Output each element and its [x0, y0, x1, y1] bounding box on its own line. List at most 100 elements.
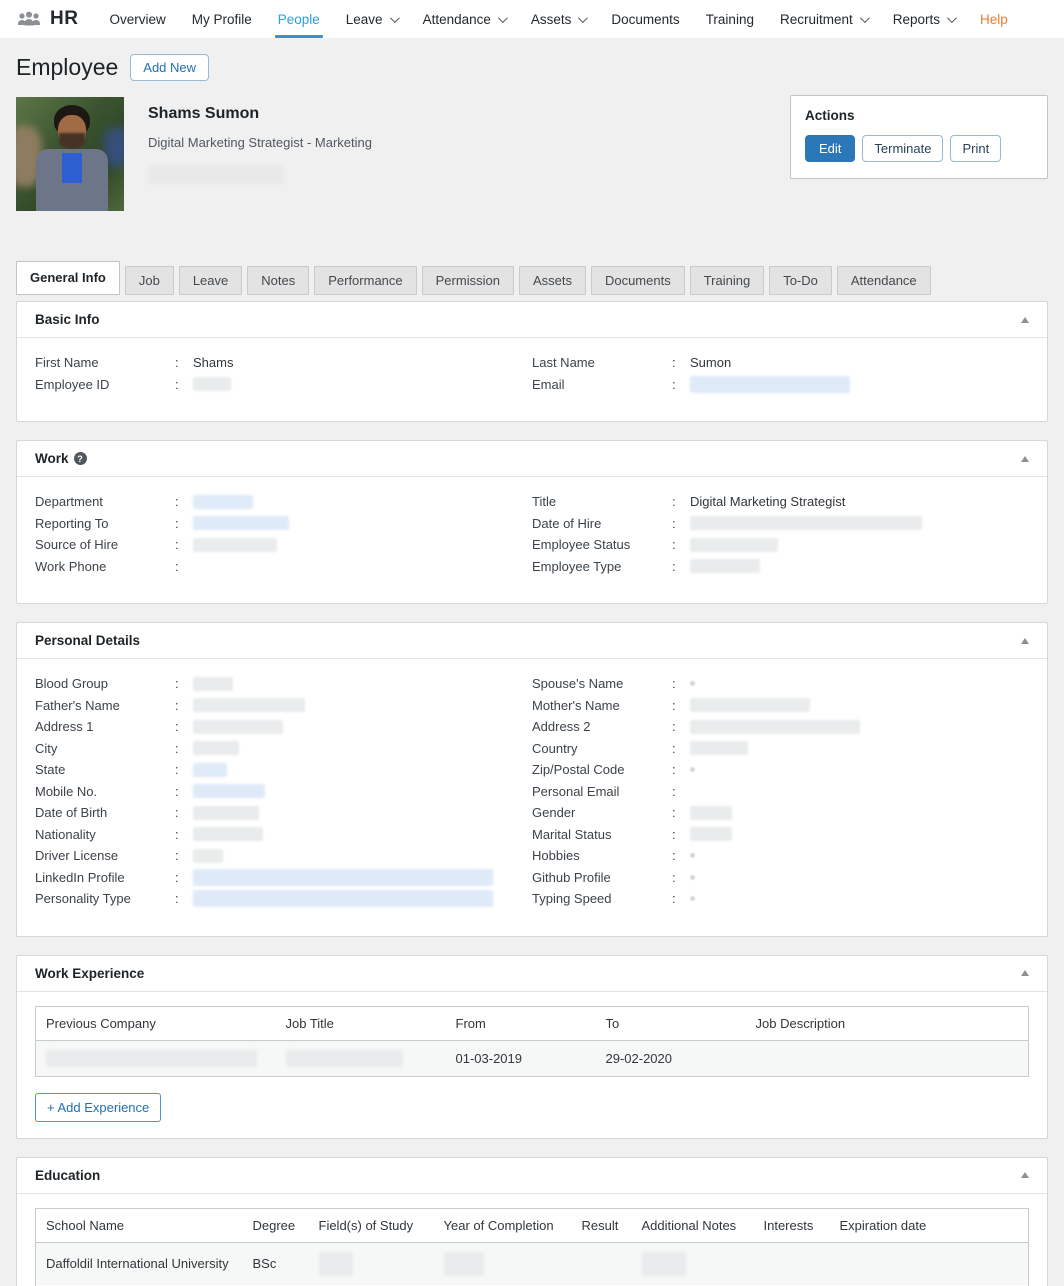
field-row: Personality Type: [35, 888, 532, 910]
collapse-arrow-icon[interactable]: [1021, 637, 1029, 644]
field-row: Address 1: [35, 716, 532, 738]
redacted-value: [690, 559, 760, 574]
tab-attendance[interactable]: Attendance: [836, 266, 931, 295]
tab-documents[interactable]: Documents: [590, 266, 685, 295]
chevron-down-icon: [578, 12, 589, 23]
edit-button[interactable]: Edit: [805, 135, 856, 162]
redacted-value: [690, 767, 695, 773]
field-row: Mobile No.: [35, 781, 532, 803]
redacted-value: [193, 698, 305, 713]
tab-to-do[interactable]: To-Do: [769, 266, 832, 295]
redacted-value: [690, 698, 810, 713]
redacted-contact: [148, 165, 284, 184]
last-name-value: Sumon: [690, 355, 732, 371]
help-icon[interactable]: ?: [73, 452, 87, 465]
people-group-icon: [18, 11, 40, 26]
redacted-value: [193, 890, 493, 908]
education-title: Education: [35, 1167, 101, 1183]
education-table: School Name Degree Field(s) of Study Yea…: [35, 1207, 1029, 1286]
actions-title: Actions: [805, 108, 855, 123]
field-row: State: [35, 759, 532, 781]
field-row: Employee ID: [35, 374, 532, 396]
tab-assets[interactable]: Assets: [518, 266, 586, 295]
field-row: Employee Type: [532, 556, 1029, 578]
experience-from: 01-03-2019: [455, 1050, 523, 1066]
nav-item-people[interactable]: People: [265, 0, 333, 38]
field-row: Date of Hire: [532, 513, 1029, 535]
redacted-value: [443, 1251, 484, 1276]
chevron-down-icon: [859, 12, 870, 23]
employee-photo: [16, 97, 124, 211]
experience-description: [746, 1040, 1029, 1076]
field-row: Employee Status: [532, 534, 1029, 556]
terminate-button[interactable]: Terminate: [862, 135, 944, 162]
add-new-button[interactable]: Add New: [130, 54, 210, 81]
redacted-value: [690, 375, 850, 393]
chevron-down-icon: [389, 12, 400, 23]
experience-to: 29-02-2020: [605, 1050, 673, 1066]
collapse-arrow-icon[interactable]: [1021, 970, 1029, 976]
redacted-value: [46, 1049, 257, 1067]
field-row: Typing Speed: [532, 888, 1029, 910]
field-row: Work Phone: [35, 556, 532, 578]
tab-notes[interactable]: Notes: [247, 266, 310, 295]
redacted-value: [193, 537, 277, 552]
nav-item-reports[interactable]: Reports: [880, 0, 967, 38]
field-row: Driver License: [35, 845, 532, 867]
work-experience-table: Previous Company Job Title From To Job D…: [35, 1005, 1029, 1077]
tab-general-info[interactable]: General Info: [16, 261, 120, 295]
basic-info-title: Basic Info: [35, 312, 100, 327]
work-card: Work? Department Reporting To Source of …: [16, 440, 1048, 604]
tab-leave[interactable]: Leave: [178, 266, 243, 295]
brand-title: HR: [50, 8, 79, 29]
personal-details-title: Personal Details: [35, 633, 141, 648]
redacted-value: [285, 1049, 403, 1067]
redacted-value: [690, 827, 732, 842]
title-value: Digital Marketing Strategist: [690, 494, 846, 510]
redacted-value: [193, 868, 493, 886]
redacted-value: [193, 676, 233, 691]
first-name-value: Shams: [193, 355, 234, 371]
collapse-arrow-icon[interactable]: [1021, 1172, 1029, 1178]
field-row: Last NameSumon: [532, 352, 1029, 374]
tab-job[interactable]: Job: [124, 266, 174, 295]
field-row: Marital Status: [532, 824, 1029, 846]
nav-item-attendance[interactable]: Attendance: [410, 0, 518, 38]
redacted-value: [193, 377, 231, 392]
redacted-value: [690, 741, 748, 756]
field-row: First NameShams: [35, 352, 532, 374]
redacted-value: [193, 516, 289, 531]
field-row: Nationality: [35, 824, 532, 846]
nav-item-assets[interactable]: Assets: [518, 0, 599, 38]
collapse-arrow-icon[interactable]: [1021, 316, 1029, 323]
tab-training[interactable]: Training: [689, 266, 765, 295]
collapse-arrow-icon[interactable]: [1021, 455, 1029, 462]
nav-item-documents[interactable]: Documents: [598, 0, 692, 38]
tab-permission[interactable]: Permission: [421, 266, 514, 295]
redacted-value: [193, 784, 265, 799]
redacted-value: [318, 1251, 353, 1276]
nav-item-recruitment[interactable]: Recruitment: [767, 0, 880, 38]
redacted-value: [690, 681, 695, 687]
hr-brand[interactable]: HR: [16, 0, 78, 38]
field-row: Father's Name: [35, 695, 532, 717]
print-button[interactable]: Print: [950, 135, 1002, 162]
field-row: Email: [532, 374, 1029, 396]
nav-item-leave[interactable]: Leave: [333, 0, 410, 38]
nav-item-overview[interactable]: Overview: [96, 0, 178, 38]
tab-performance[interactable]: Performance: [314, 266, 417, 295]
add-experience-button[interactable]: + Add Experience: [35, 1092, 162, 1122]
redacted-value: [193, 848, 223, 863]
school-name: Daffoldil International University: [46, 1256, 229, 1271]
chevron-down-icon: [497, 12, 508, 23]
redacted-value: [193, 494, 253, 509]
nav-item-training[interactable]: Training: [693, 0, 767, 38]
nav-item-help[interactable]: Help: [967, 0, 1021, 38]
redacted-value: [690, 719, 860, 734]
employee-designation: Digital Marketing Strategist - Marketing: [148, 135, 372, 150]
field-row: Department: [35, 491, 532, 513]
nav-item-my-profile[interactable]: My Profile: [179, 0, 265, 38]
field-row: Gender: [532, 802, 1029, 824]
work-title: Work: [35, 451, 69, 466]
redacted-value: [690, 896, 695, 902]
